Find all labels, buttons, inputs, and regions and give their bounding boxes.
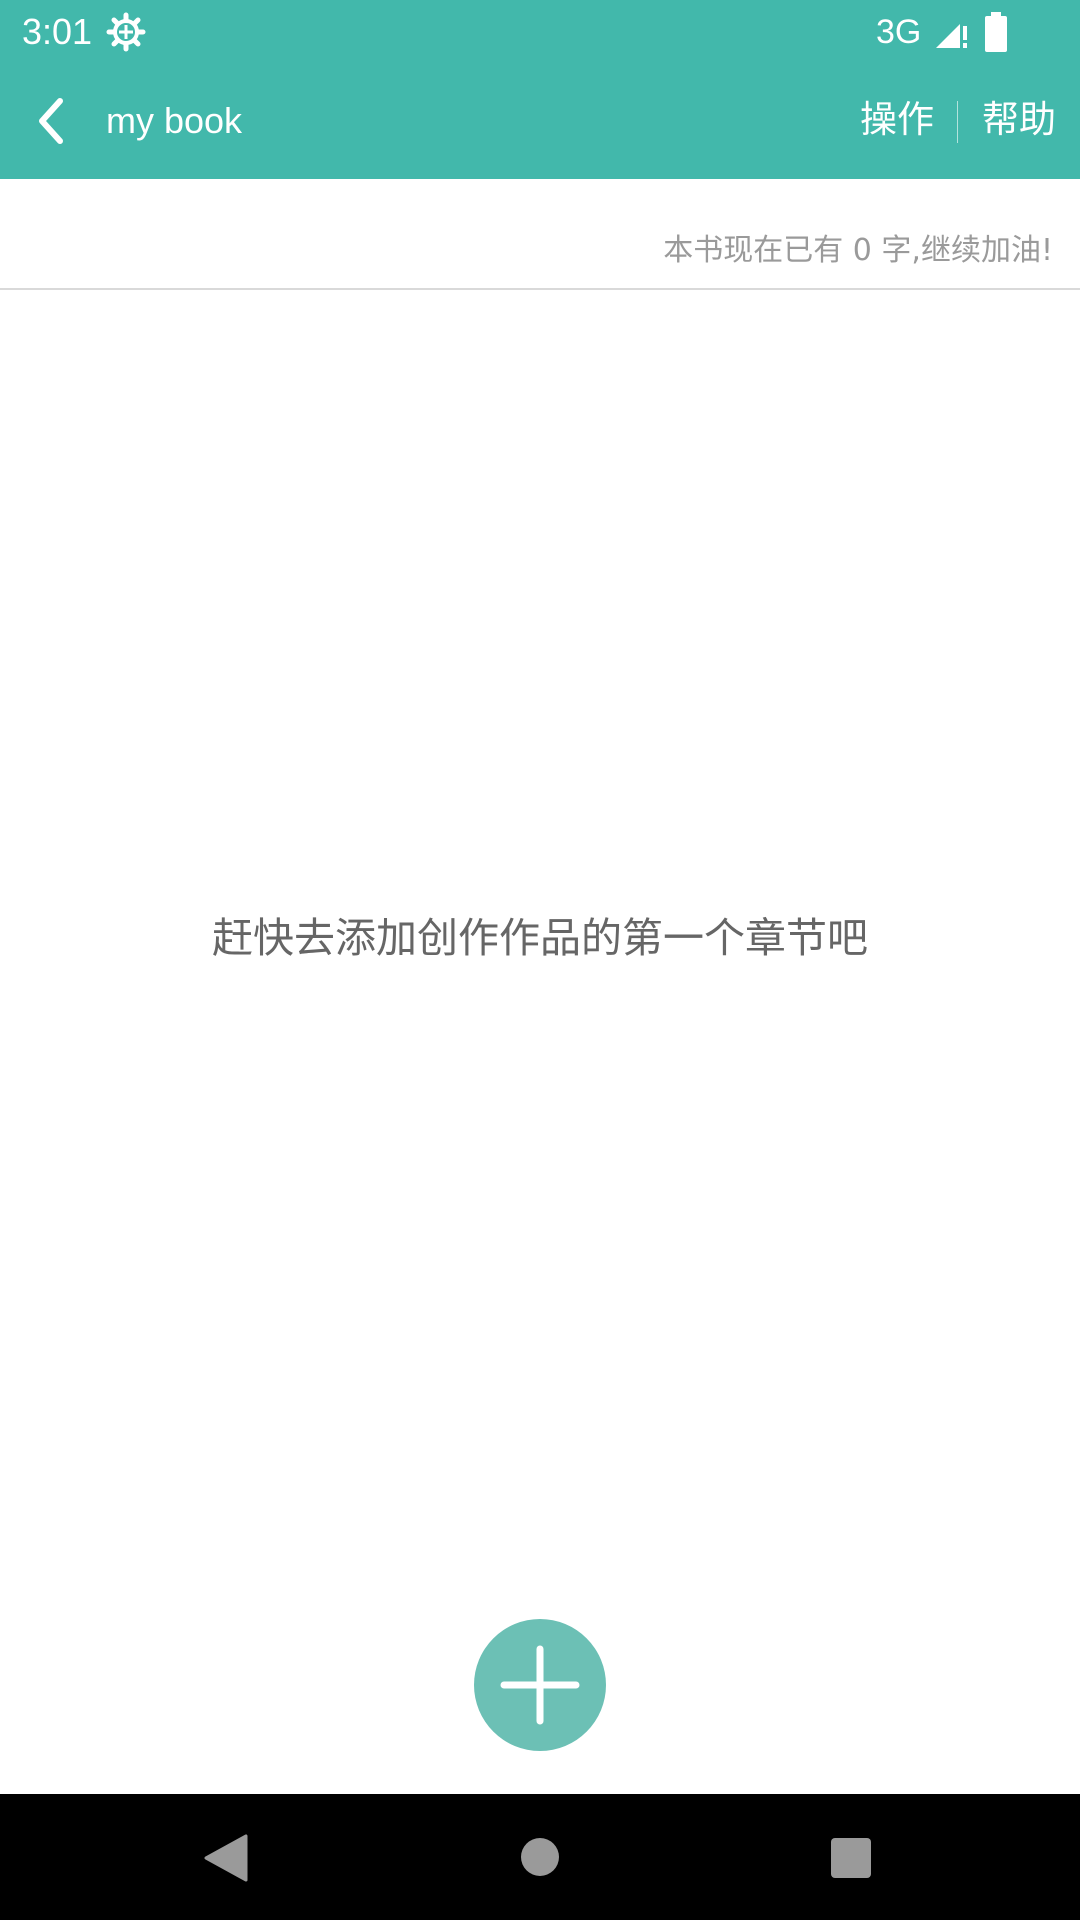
toolbar-divider [957,101,958,143]
empty-state-message: 赶快去添加创作作品的第一个章节吧 [212,914,868,962]
circle-home-icon[interactable] [521,1838,559,1876]
square-recents-icon[interactable] [831,1838,871,1878]
status-time: 3:01 [22,11,93,52]
app-toolbar: my book 操作 帮助 [0,63,1080,179]
back-button[interactable] [18,87,86,155]
screen: 3:01 3G my book 操作 帮助 本书现在已有 0 字,继续加油! 赶… [0,0,1080,1920]
word-count-text: 本书现在已有 0 字,继续加油! [663,233,1053,268]
plus-icon [500,1645,580,1725]
chevron-left-icon [39,98,63,144]
page-title: my book [106,100,243,141]
gear-icon [106,12,146,52]
network-type: 3G [876,13,922,51]
status-bar: 3:01 3G [0,0,1080,63]
word-count-bar: 本书现在已有 0 字,继续加油! [0,179,1080,290]
operate-button[interactable]: 操作 [860,93,934,147]
triangle-back-icon[interactable] [202,1834,248,1882]
battery-icon [985,12,1007,52]
help-button[interactable]: 帮助 [982,93,1056,147]
signal-icon [936,24,967,48]
system-nav-bar [0,1794,1080,1920]
add-chapter-button[interactable] [474,1619,606,1751]
